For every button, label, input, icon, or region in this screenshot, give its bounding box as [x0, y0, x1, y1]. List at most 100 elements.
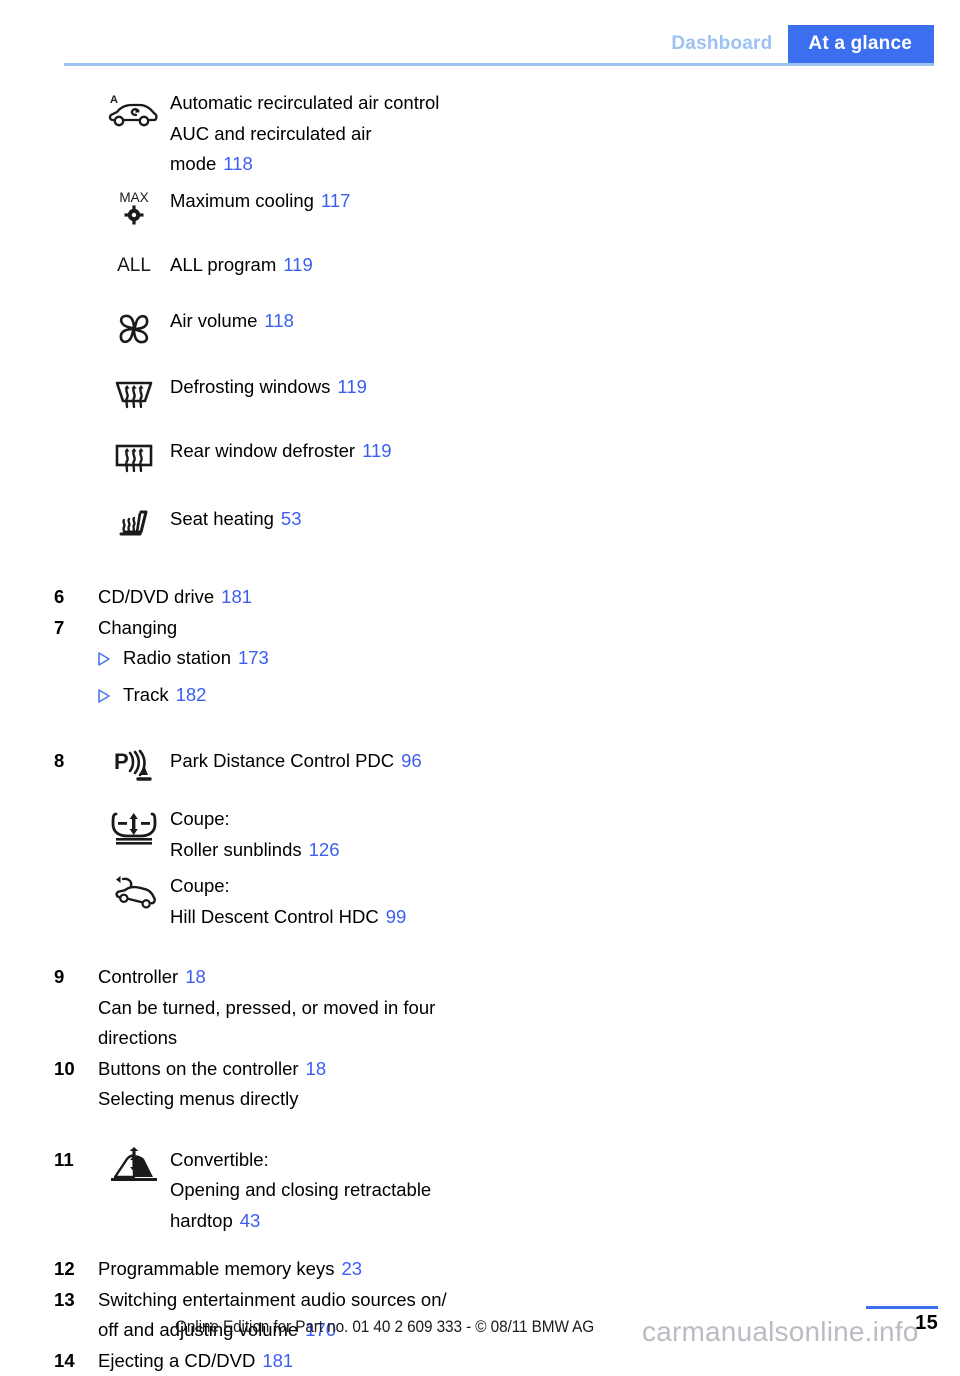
roller-sunblinds-page-ref[interactable]: 126 — [309, 839, 340, 860]
item-12-text: Programmable memory keys 23 — [98, 1254, 362, 1285]
item-7-bullet-1-page-ref[interactable]: 173 — [238, 647, 269, 668]
roller-sunblinds-line-2: Roller sunblinds — [170, 839, 302, 860]
hill-descent-control-icon — [98, 871, 170, 917]
item-9-number: 9 — [0, 962, 98, 993]
windshield-defrost-icon — [98, 372, 170, 414]
item-7-bullet-2-label: Track — [123, 684, 169, 705]
footer-divider — [866, 1306, 938, 1309]
climate-row-rear-defroster: Rear window defroster 119 — [0, 436, 960, 478]
defrosting-windows-label: Defrosting windows — [170, 376, 330, 397]
list-item-7: 7 Changing — [0, 613, 960, 644]
rear-defroster-label: Rear window defroster — [170, 440, 355, 461]
tab-dashboard[interactable]: Dashboard — [655, 25, 788, 63]
item-6-label: CD/DVD drive — [98, 586, 214, 607]
climate-row-rear-defroster-text: Rear window defroster 119 — [170, 436, 392, 467]
item-9-label: Controller — [98, 966, 178, 987]
item-8-hdc-text: Coupe: Hill Descent Control HDC 99 — [170, 871, 406, 932]
item-14-page-ref[interactable]: 181 — [262, 1350, 293, 1371]
svg-text:MAX: MAX — [119, 190, 148, 205]
pdc-park-distance-icon: P — [98, 746, 170, 790]
item-13-line-1: Switching entertainment audio sources on… — [98, 1285, 447, 1316]
item-6-number: 6 — [0, 582, 98, 613]
defrosting-windows-page-ref[interactable]: 119 — [337, 376, 367, 397]
list-item-8-pdc: 8 P Park Distance Control PDC96 — [0, 746, 960, 790]
item-9-text: Controller 18 Can be turned, pressed, or … — [98, 962, 435, 1054]
climate-row-auc: A Automatic recirculated air control AUC… — [0, 88, 960, 180]
roller-sunblind-icon — [98, 804, 170, 850]
list-item-6: 6 CD/DVD drive 181 — [0, 582, 960, 613]
item-10-page-ref[interactable]: 18 — [306, 1058, 327, 1079]
item-7-bullet-2-text: Track 182 — [123, 680, 206, 711]
air-volume-label: Air volume — [170, 310, 257, 331]
climate-row-seat-heating: Seat heating 53 — [0, 504, 960, 546]
list-item-14: 14 Ejecting a CD/DVD181 — [0, 1346, 960, 1376]
auc-page-ref[interactable]: 118 — [223, 153, 253, 174]
item-14-text: Ejecting a CD/DVD181 — [98, 1346, 293, 1376]
item-7-bullet-1-label: Radio station — [123, 647, 231, 668]
seat-heating-page-ref[interactable]: 53 — [281, 508, 302, 529]
max-cooling-page-ref[interactable]: 117 — [321, 190, 351, 211]
list-item-8-hill-descent-control: Coupe: Hill Descent Control HDC 99 — [0, 871, 960, 932]
tab-at-a-glance[interactable]: At a glance — [788, 25, 934, 63]
item-12-page-ref[interactable]: 23 — [341, 1258, 362, 1279]
list-item-9: 9 Controller 18 Can be turned, pressed, o… — [0, 962, 960, 1054]
item-12-number: 12 — [0, 1254, 98, 1285]
climate-row-air-volume-text: Air volume 118 — [170, 306, 294, 337]
item-6-page-ref[interactable]: 181 — [221, 586, 252, 607]
site-watermark: carmanualsonline.info — [642, 1316, 919, 1348]
header-tabs: Dashboard At a glance — [655, 25, 934, 63]
item-7-bullet-track: Track 182 — [0, 680, 960, 711]
climate-row-max-cooling: MAX Maximum cooling117 — [0, 186, 960, 228]
seat-heating-label: Seat heating — [170, 508, 274, 529]
auc-line-2: AUC and recirculated air — [170, 119, 439, 150]
item-7-number: 7 — [0, 613, 98, 644]
bullet-triangle-icon — [98, 689, 110, 703]
item-11-text: Convertible: Opening and closing retract… — [170, 1145, 431, 1237]
roller-sunblinds-line-1: Coupe: — [170, 804, 340, 835]
max-cooling-icon: MAX — [98, 186, 170, 228]
auc-line-1: Automatic recirculated air control — [170, 88, 439, 119]
pdc-label: Park Distance Control PDC — [170, 750, 394, 771]
item-9-page-ref[interactable]: 18 — [185, 966, 206, 987]
online-edition-notice: Online Edition for Part no. 01 40 2 609 … — [175, 1318, 594, 1337]
item-10-sub-line-1: Selecting menus directly — [98, 1084, 326, 1115]
list-item-12: 12 Programmable memory keys 23 — [0, 1254, 960, 1285]
hdc-line-1: Coupe: — [170, 871, 406, 902]
all-program-page-ref[interactable]: 119 — [283, 254, 313, 275]
pdc-page-ref[interactable]: 96 — [401, 750, 422, 771]
item-9-sub-line-1: Can be turned, pressed, or moved in four — [98, 993, 435, 1024]
item-9-sub-line-2: directions — [98, 1023, 435, 1054]
climate-row-auc-text: Automatic recirculated air control AUC a… — [170, 88, 439, 180]
climate-row-seat-heating-text: Seat heating 53 — [170, 504, 301, 535]
air-volume-page-ref[interactable]: 118 — [264, 310, 294, 331]
climate-row-air-volume: Air volume 118 — [0, 306, 960, 350]
page-header: Dashboard At a glance — [0, 22, 960, 66]
climate-row-defrosting-text: Defrosting windows 119 — [170, 372, 367, 403]
rear-defroster-page-ref[interactable]: 119 — [362, 440, 392, 461]
item-8-roller-sunblinds-text: Coupe: Roller sunblinds 126 — [170, 804, 340, 865]
list-item-10: 10 Buttons on the controller18 Selecting… — [0, 1054, 960, 1115]
all-program-icon: ALL — [98, 250, 170, 278]
item-11-line-3: hardtop — [170, 1210, 233, 1231]
climate-row-defrosting-windows: Defrosting windows 119 — [0, 372, 960, 414]
svg-text:P: P — [114, 749, 129, 774]
item-6-text: CD/DVD drive 181 — [98, 582, 252, 613]
list-item-8-roller-sunblinds: Coupe: Roller sunblinds 126 — [0, 804, 960, 865]
item-7-label: Changing — [98, 613, 177, 644]
all-program-label: ALL program — [170, 254, 276, 275]
item-7-bullet-2-page-ref[interactable]: 182 — [176, 684, 207, 705]
item-8-pdc-text: Park Distance Control PDC 96 — [170, 746, 422, 777]
hdc-page-ref[interactable]: 99 — [386, 906, 407, 927]
convertible-hardtop-icon — [98, 1145, 170, 1191]
item-11-line-2: Opening and closing retractable — [170, 1175, 431, 1206]
item-7-bullet-radio-station: Radio station 173 — [0, 643, 960, 674]
item-10-text: Buttons on the controller18 Selecting me… — [98, 1054, 326, 1115]
hdc-line-2: Hill Descent Control HDC — [170, 906, 379, 927]
item-11-number: 11 — [0, 1145, 98, 1176]
item-12-label: Programmable memory keys — [98, 1258, 334, 1279]
item-14-number: 14 — [0, 1346, 98, 1376]
item-11-page-ref[interactable]: 43 — [240, 1210, 261, 1231]
item-10-number: 10 — [0, 1054, 98, 1085]
auc-car-recirculation-icon: A — [98, 88, 170, 132]
item-11-line-1: Convertible: — [170, 1145, 431, 1176]
